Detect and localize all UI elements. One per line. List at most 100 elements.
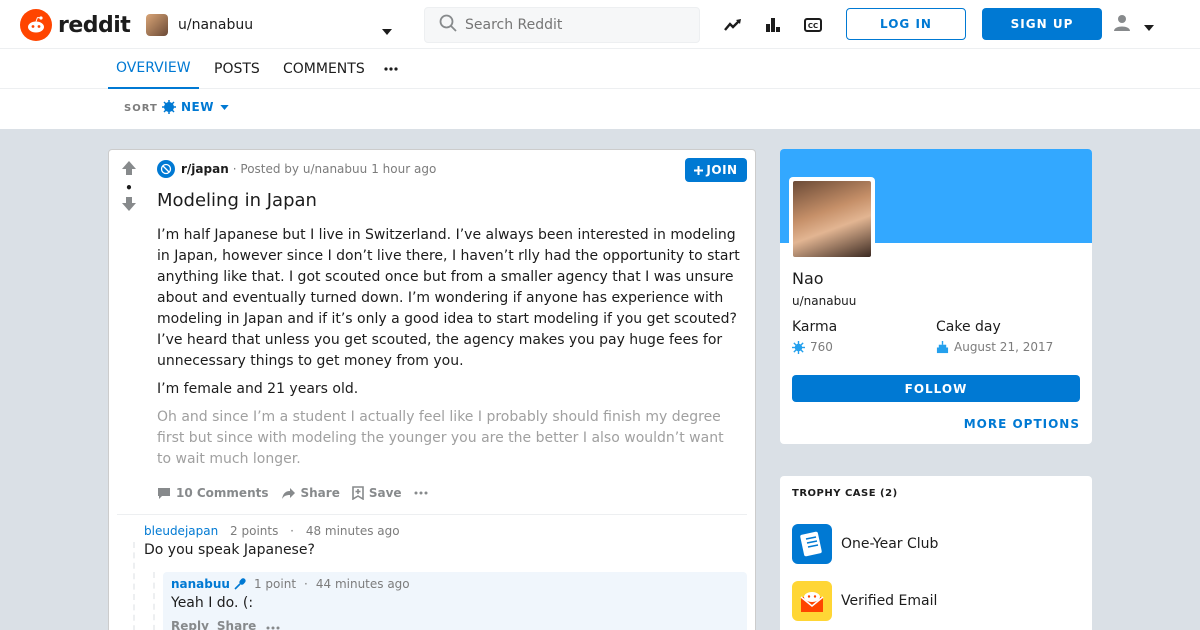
profile-card: Nao u/nanabuu Karma 760 Cake day August … (780, 149, 1092, 444)
comment-actions: Reply Share (171, 619, 410, 630)
share-label: Share (300, 486, 340, 500)
cakeday-value: August 21, 2017 (954, 340, 1054, 354)
comment-author[interactable]: nanabuu (171, 577, 230, 591)
top-header: reddit u/nanabuu CC LOG IN SIGN UP (0, 0, 1200, 49)
separator-dot: · (304, 577, 308, 591)
karma-value: 760 (810, 340, 833, 354)
comments-button[interactable]: 10 Comments (157, 486, 269, 500)
current-user-label: u/nanabuu (178, 17, 254, 33)
trophy-case: TROPHY CASE (2) One-Year Club Verified E… (780, 476, 1092, 630)
search-icon (439, 14, 457, 36)
save-label: Save (368, 486, 402, 500)
post-time: 1 hour ago (371, 162, 437, 176)
join-label: JOIN (706, 163, 738, 177)
comment-points: 2 points (230, 524, 279, 538)
comment-header: nanabuu 1 point · 44 minutes ago (171, 577, 410, 591)
trophy-name: Verified Email (841, 593, 938, 609)
svg-text:CC: CC (808, 22, 818, 30)
posted-by[interactable]: · Posted by u/nanabuu (233, 162, 367, 176)
leaderboard-icon[interactable] (762, 14, 784, 36)
comment-header: bleudejapan 2 points · 48 minutes ago (144, 524, 400, 538)
avatar-image (793, 181, 871, 257)
thread-line[interactable] (153, 572, 155, 630)
trending-icon[interactable] (722, 14, 744, 36)
profile-handle: u/nanabuu (792, 294, 857, 308)
comment: bleudejapan 2 points · 48 minutes ago Do… (144, 524, 400, 558)
post-paragraph: I’m female and 21 years old. (157, 381, 359, 397)
post-card[interactable]: • r/japan · Posted by u/nanabuu 1 hour a… (108, 149, 756, 630)
more-options-link[interactable]: MORE OPTIONS (964, 417, 1080, 431)
comment-reply: nanabuu 1 point · 44 minutes ago Yeah I … (171, 577, 410, 630)
join-button[interactable]: JOIN (685, 158, 747, 182)
more-options-icon[interactable] (266, 619, 280, 630)
chevron-down-icon (1144, 16, 1154, 35)
post-title[interactable]: Modeling in Japan (157, 190, 317, 211)
subreddit-icon[interactable] (157, 160, 175, 178)
user-menu-dropdown[interactable] (1112, 14, 1162, 36)
cakeday-stat: Cake day August 21, 2017 (936, 319, 1053, 354)
login-button[interactable]: LOG IN (846, 8, 966, 40)
profile-avatar (789, 177, 875, 261)
profile-display-name: Nao (792, 269, 824, 288)
upvote-icon[interactable] (121, 160, 137, 180)
sort-value: NEW (181, 100, 214, 114)
sort-label: SORT (124, 103, 158, 114)
new-sparkle-icon (162, 100, 176, 114)
cakeday-value-row: August 21, 2017 (936, 340, 1053, 354)
trophy-item: One-Year Club (792, 524, 938, 564)
karma-stat: Karma 760 (792, 319, 837, 354)
vote-score: • (125, 181, 133, 195)
post-paragraph: I’m half Japanese but I live in Switzerl… (157, 227, 740, 369)
subreddit-link[interactable]: r/japan (181, 162, 229, 176)
comment-time: 44 minutes ago (315, 577, 410, 591)
karma-label: Karma (792, 319, 838, 335)
tab-overview[interactable]: OVERVIEW (108, 49, 199, 89)
signup-button[interactable]: SIGN UP (982, 8, 1102, 40)
vote-column: • (119, 160, 139, 216)
trophy-name: One-Year Club (841, 536, 939, 552)
comment-body: Yeah I do. (: (171, 595, 254, 611)
divider (117, 514, 747, 515)
save-button[interactable]: Save (352, 486, 402, 500)
follow-button[interactable]: FOLLOW (792, 375, 1080, 402)
chevron-down-icon (382, 20, 392, 39)
post-actions: 10 Comments Share Save (157, 486, 445, 500)
avatar (146, 14, 168, 36)
thread-line[interactable] (133, 542, 135, 630)
more-options-icon[interactable] (414, 491, 433, 495)
trophy-case-title: TROPHY CASE (2) (792, 488, 898, 499)
tab-posts[interactable]: POSTS (214, 49, 260, 89)
downvote-icon[interactable] (121, 196, 137, 216)
reddit-snoo-icon (20, 9, 52, 41)
reply-button[interactable]: Reply (171, 619, 209, 630)
separator-dot: · (290, 524, 294, 538)
closed-captions-icon[interactable]: CC (802, 14, 824, 36)
sort-bar: SORT NEW (0, 89, 1200, 129)
comments-count: 10 Comments (176, 486, 269, 500)
share-button[interactable]: Share (281, 486, 340, 500)
one-year-club-icon (792, 524, 832, 564)
comment-icon (158, 487, 170, 499)
share-button[interactable]: Share (217, 619, 256, 630)
search-bar[interactable] (424, 7, 700, 43)
plus-icon (694, 165, 704, 175)
post-paragraph: Oh and since I’m a student I actually fe… (157, 409, 724, 467)
search-input[interactable] (465, 17, 685, 33)
post-body: I’m half Japanese but I live in Switzerl… (157, 225, 742, 477)
karma-icon (792, 340, 805, 354)
bookmark-plus-icon (352, 486, 364, 500)
community-switcher[interactable]: u/nanabuu (146, 12, 396, 38)
sort-dropdown[interactable]: NEW (162, 100, 229, 114)
user-icon (1112, 13, 1132, 37)
comment-author[interactable]: bleudejapan (144, 524, 218, 538)
more-tabs-icon[interactable] (384, 49, 398, 89)
brand-name: reddit (58, 12, 131, 38)
reddit-logo[interactable]: reddit (20, 9, 131, 41)
profile-tabs: OVERVIEW POSTS COMMENTS (0, 49, 1200, 89)
comment-time: 48 minutes ago (305, 524, 400, 538)
cake-icon (936, 340, 949, 353)
trophy-item: Verified Email (792, 581, 937, 621)
tab-comments[interactable]: COMMENTS (283, 49, 365, 89)
comment-points: 1 point (253, 577, 297, 591)
post-meta: r/japan · Posted by u/nanabuu 1 hour ago (157, 160, 436, 178)
